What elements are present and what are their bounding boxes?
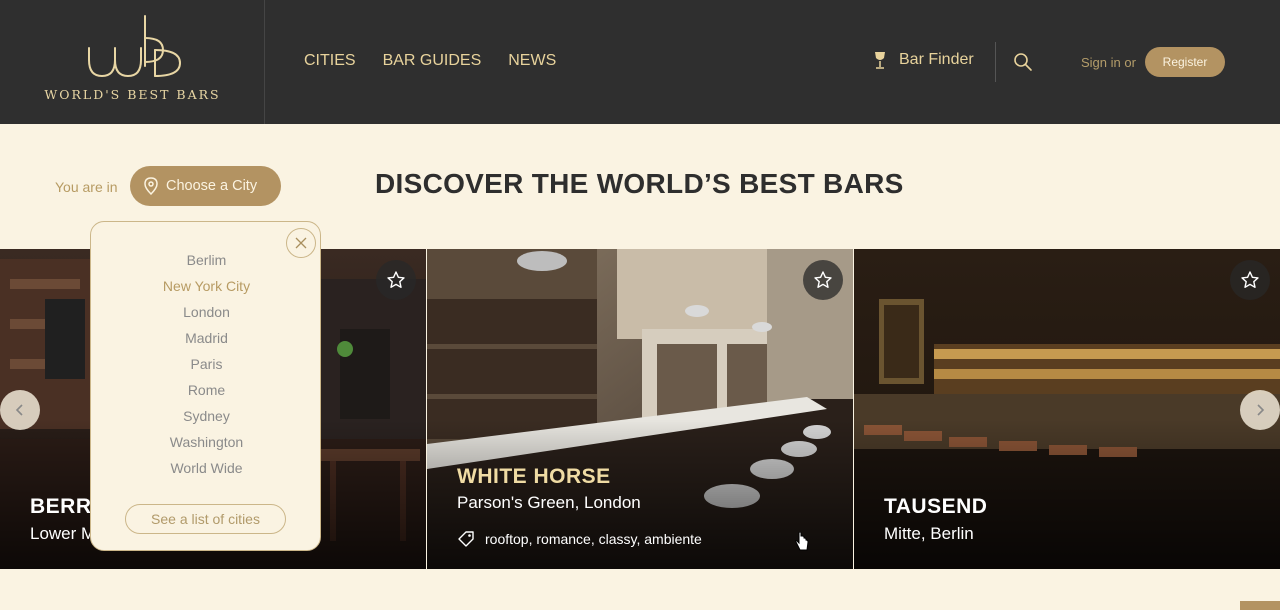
site-header: WORLD'S BEST BARS CITIES BAR GUIDES NEWS… — [0, 0, 1280, 124]
bar-location: Lower M — [30, 524, 96, 543]
hand-cursor-icon — [795, 532, 809, 551]
city-item-sydney[interactable]: Sydney — [91, 407, 322, 433]
search-icon[interactable] — [1013, 52, 1033, 72]
city-item-new-york-city[interactable]: New York City — [91, 277, 322, 303]
tag-icon — [458, 531, 474, 547]
main-nav: CITIES BAR GUIDES NEWS — [304, 52, 583, 70]
bar-name: WHITE HORSE — [457, 465, 611, 488]
city-item-paris[interactable]: Paris — [91, 355, 322, 381]
bar-tags-label: rooftop, romance, classy, ambiente — [485, 531, 702, 547]
nav-news[interactable]: NEWS — [508, 52, 556, 70]
logo[interactable]: WORLD'S BEST BARS — [0, 0, 265, 124]
city-list: Berlim New York City London Madrid Paris… — [91, 251, 322, 485]
city-item-world-wide[interactable]: World Wide — [91, 459, 322, 485]
wine-glass-icon — [875, 52, 885, 69]
see-list-of-cities-button[interactable]: See a list of cities — [125, 504, 286, 534]
header-divider — [995, 42, 996, 82]
bar-card[interactable]: WHITE HORSE Parson's Green, London rooft… — [427, 249, 853, 569]
city-item-madrid[interactable]: Madrid — [91, 329, 322, 355]
bar-tags: rooftop, romance, classy, ambiente — [457, 530, 702, 548]
city-item-washington[interactable]: Washington — [91, 433, 322, 459]
you-are-in-label: You are in — [55, 179, 118, 195]
chevron-right-icon — [1257, 404, 1265, 416]
corner-tab[interactable] — [1240, 601, 1280, 610]
nav-bar-guides[interactable]: BAR GUIDES — [383, 52, 482, 70]
city-dropdown: Berlim New York City London Madrid Paris… — [90, 221, 321, 551]
bar-finder-label: Bar Finder — [899, 51, 974, 68]
city-item-rome[interactable]: Rome — [91, 381, 322, 407]
carousel-next-button[interactable] — [1240, 390, 1280, 430]
star-icon[interactable] — [803, 260, 843, 300]
bar-finder-link[interactable]: Bar Finder — [873, 51, 974, 69]
bar-card[interactable]: TAUSEND Mitte, Berlin — [854, 249, 1280, 569]
dropdown-notch — [110, 210, 130, 221]
nav-cities[interactable]: CITIES — [304, 52, 356, 70]
bar-location: Parson's Green, London — [457, 493, 641, 512]
logo-text: WORLD'S BEST BARS — [44, 87, 221, 102]
bar-name: TAUSEND — [884, 495, 988, 518]
choose-city-label: Choose a City — [166, 178, 258, 194]
wbb-monogram-icon — [88, 15, 182, 78]
choose-city-button[interactable]: Choose a City — [130, 166, 281, 206]
carousel-prev-button[interactable] — [0, 390, 40, 430]
city-item-london[interactable]: London — [91, 303, 322, 329]
city-item-berlim[interactable]: Berlim — [91, 251, 322, 277]
signin-link[interactable]: Sign in or — [1081, 55, 1136, 70]
star-icon[interactable] — [1230, 260, 1270, 300]
map-pin-icon — [144, 177, 158, 195]
card-shade — [854, 419, 1280, 569]
chevron-left-icon — [15, 404, 23, 416]
page-title: DISCOVER THE WORLD’S BEST BARS — [375, 168, 904, 199]
star-icon[interactable] — [376, 260, 416, 300]
bar-location: Mitte, Berlin — [884, 524, 974, 543]
register-button[interactable]: Register — [1145, 47, 1225, 77]
